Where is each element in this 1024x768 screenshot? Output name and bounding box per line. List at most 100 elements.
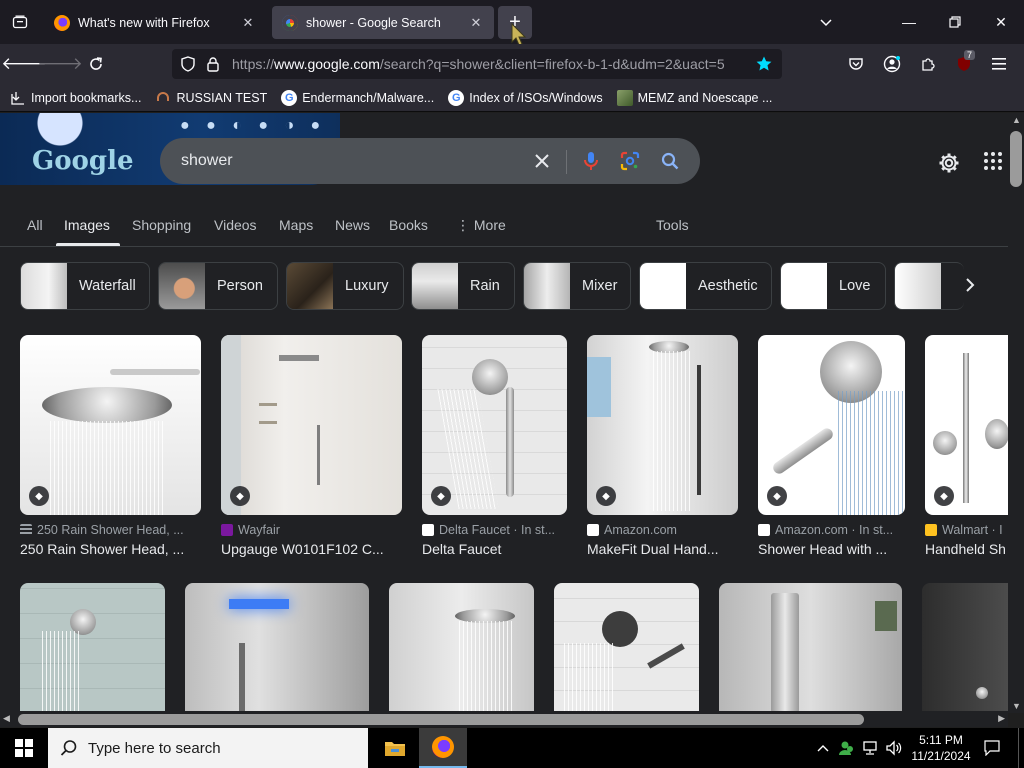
minimize-button[interactable]: —	[886, 0, 932, 44]
tools-button[interactable]: Tools	[656, 217, 689, 233]
result-image[interactable]: ◆	[587, 335, 738, 515]
result-image[interactable]: ◆	[925, 335, 1008, 515]
chips-next-button[interactable]	[958, 273, 982, 297]
reload-button[interactable]	[82, 50, 110, 78]
search-input[interactable]: shower	[181, 152, 233, 170]
result-source[interactable]: Walmart · I	[925, 523, 1008, 537]
filter-videos[interactable]: Videos	[214, 217, 257, 233]
address-bar[interactable]: https://www.google.com/search?q=shower&c…	[172, 49, 782, 79]
filter-more[interactable]: ⋮ More	[456, 217, 506, 234]
clear-search-button[interactable]	[530, 149, 554, 173]
image-result[interactable]	[554, 583, 699, 713]
taskbar-firefox[interactable]	[419, 728, 467, 768]
tray-people-icon[interactable]	[836, 728, 858, 768]
bookmark-memz[interactable]: MEMZ and Noescape ...	[616, 89, 772, 106]
action-center-button[interactable]	[980, 728, 1004, 768]
chip-mixer[interactable]: Mixer	[523, 262, 631, 310]
scroll-right-icon[interactable]: ▶	[998, 713, 1005, 724]
google-apps-button[interactable]	[983, 151, 1007, 175]
bookmark-import[interactable]: Import bookmarks...	[10, 90, 141, 106]
filter-maps[interactable]: Maps	[279, 217, 313, 233]
filter-shopping[interactable]: Shopping	[132, 217, 191, 233]
list-all-tabs-button[interactable]	[6, 8, 34, 36]
result-caption[interactable]: Delta Faucet	[422, 541, 567, 557]
show-desktop-button[interactable]	[1018, 728, 1024, 768]
image-result[interactable]: ◆ Delta Faucet · In st... Delta Faucet	[422, 335, 567, 557]
result-image[interactable]: ◆	[20, 335, 201, 515]
scroll-left-icon[interactable]: ◀	[3, 713, 10, 724]
tray-network-icon[interactable]	[860, 728, 882, 768]
scrollbar-thumb[interactable]	[1010, 131, 1022, 187]
tab-overflow-chevron[interactable]	[803, 0, 849, 44]
search-button[interactable]	[658, 149, 682, 173]
voice-search-button[interactable]	[579, 149, 603, 173]
settings-button[interactable]	[935, 149, 963, 177]
result-source[interactable]: 250 Rain Shower Head, ...	[20, 523, 201, 537]
lens-search-button[interactable]	[618, 149, 642, 173]
image-result[interactable]: ◆ Amazon.com · In st... Shower Head with…	[758, 335, 905, 557]
image-result[interactable]: ◆ Walmart · I Handheld Sh	[925, 335, 1008, 557]
show-hidden-icons-button[interactable]	[812, 728, 834, 768]
chip-waterfall[interactable]: Waterfall	[20, 262, 150, 310]
result-caption[interactable]: Upgauge W0101F102 C...	[221, 541, 402, 557]
scroll-down-icon[interactable]: ▼	[1012, 701, 1021, 711]
image-result[interactable]: ◆ Amazon.com MakeFit Dual Hand...	[587, 335, 738, 557]
chip-rain[interactable]: Rain	[411, 262, 515, 310]
image-result[interactable]	[20, 583, 165, 713]
result-source[interactable]: Amazon.com	[587, 523, 738, 537]
result-image[interactable]: ◆	[758, 335, 905, 515]
filter-all[interactable]: All	[27, 217, 43, 233]
image-result[interactable]	[719, 583, 902, 713]
restore-button[interactable]	[932, 0, 978, 44]
extensions-button[interactable]	[914, 50, 942, 78]
bookmark-russian-test[interactable]: RUSSIAN TEST	[155, 90, 267, 106]
result-caption[interactable]: Shower Head with ...	[758, 541, 905, 557]
account-button[interactable]	[878, 50, 906, 78]
tray-volume-icon[interactable]	[883, 728, 905, 768]
result-caption[interactable]: MakeFit Dual Hand...	[587, 541, 738, 557]
close-tab-icon[interactable]: ✕	[468, 15, 484, 31]
search-box[interactable]: shower	[160, 138, 700, 184]
forward-button[interactable]: 🡒	[37, 50, 83, 78]
result-caption[interactable]: 250 Rain Shower Head, ...	[20, 541, 201, 557]
menu-button[interactable]	[986, 50, 1014, 78]
chip-overflow[interactable]	[894, 262, 964, 310]
vertical-scrollbar[interactable]: ▲ ▼	[1008, 113, 1024, 713]
bookmark-endermanch[interactable]: G Endermanch/Malware...	[281, 89, 434, 106]
result-source[interactable]: Amazon.com · In st...	[758, 523, 905, 537]
result-source[interactable]: Wayfair	[221, 523, 402, 537]
tab-whats-new[interactable]: What's new with Firefox ✕	[44, 6, 266, 39]
result-image[interactable]: ◆	[221, 335, 402, 515]
image-result[interactable]: ◆ Wayfair Upgauge W0101F102 C...	[221, 335, 402, 557]
result-source[interactable]: Delta Faucet · In st...	[422, 523, 567, 537]
scrollbar-thumb[interactable]	[18, 714, 864, 725]
pocket-button[interactable]	[842, 50, 870, 78]
lock-icon[interactable]	[206, 56, 220, 72]
tab-google-search[interactable]: shower - Google Search ✕	[272, 6, 494, 39]
chip-luxury[interactable]: Luxury	[286, 262, 404, 310]
start-button[interactable]	[0, 728, 48, 768]
taskbar-clock[interactable]: 5:11 PM 11/21/2024	[904, 732, 978, 764]
image-result[interactable]	[922, 583, 1008, 713]
chip-aesthetic[interactable]: Aesthetic	[639, 262, 772, 310]
filter-news[interactable]: News	[335, 217, 370, 233]
close-tab-icon[interactable]: ✕	[240, 15, 256, 31]
filter-books[interactable]: Books	[389, 217, 428, 233]
chip-person[interactable]: Person	[158, 262, 278, 310]
horizontal-scrollbar[interactable]: ◀ ▶	[0, 711, 1008, 727]
close-window-button[interactable]: ✕	[978, 0, 1024, 44]
image-result[interactable]	[185, 583, 369, 713]
image-result[interactable]	[389, 583, 534, 713]
bookmark-isos[interactable]: G Index of /ISOs/Windows	[448, 89, 603, 106]
back-button[interactable]: 🡐	[1, 50, 47, 78]
image-result[interactable]: ◆ 250 Rain Shower Head, ... 250 Rain Sho…	[20, 335, 201, 557]
ublock-extension-button[interactable]: 7	[950, 50, 978, 78]
filter-images[interactable]: Images	[64, 217, 110, 233]
scroll-up-icon[interactable]: ▲	[1012, 115, 1021, 125]
bookmark-star-icon[interactable]	[755, 55, 773, 73]
result-image[interactable]: ◆	[422, 335, 567, 515]
chip-love[interactable]: Love	[780, 262, 886, 310]
taskbar-file-explorer[interactable]	[371, 728, 419, 768]
shield-icon[interactable]	[180, 56, 196, 72]
taskbar-search-box[interactable]: Type here to search	[48, 728, 368, 768]
